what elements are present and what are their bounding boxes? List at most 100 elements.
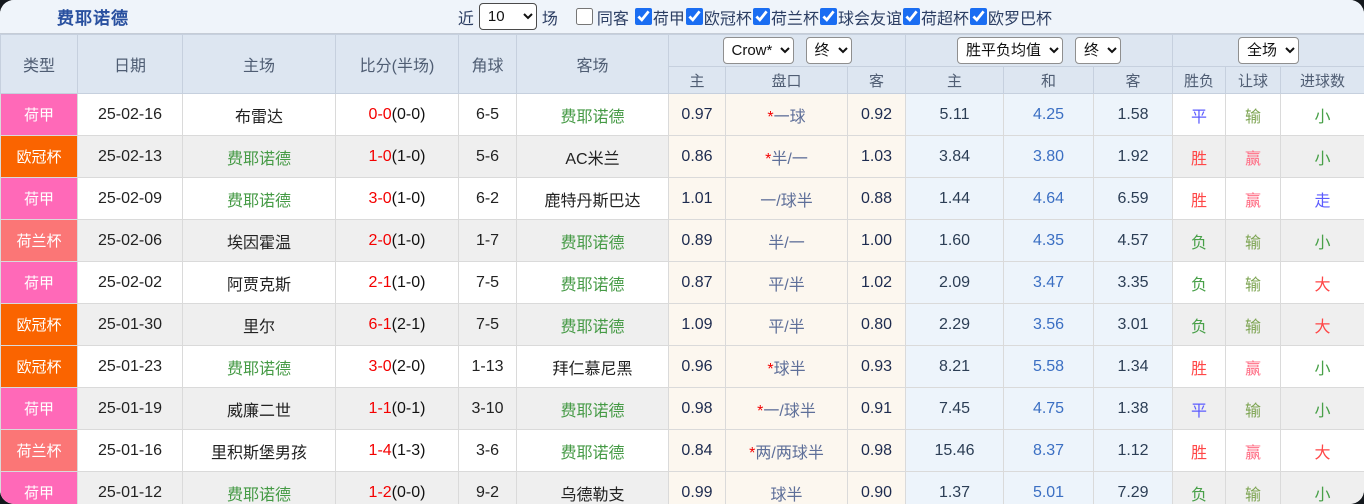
home-team: 里积斯堡男孩 <box>182 429 336 472</box>
fulltime-score: 1-1 <box>368 399 392 417</box>
competition-badge: 欧冠杯 <box>0 135 78 178</box>
halftime-score: (0-0) <box>391 483 426 501</box>
col-header-home: 主场 <box>182 34 336 94</box>
corners: 9-2 <box>458 471 517 504</box>
competition-badge: 荷甲 <box>0 261 78 304</box>
handicap-line: *半/一 <box>725 135 848 178</box>
recent-label: 近 <box>457 10 474 28</box>
match-date: 25-02-16 <box>77 93 183 136</box>
handicap-home-odds: 0.87 <box>668 261 726 304</box>
league-filter-label: 荷兰杯 <box>770 10 819 28</box>
league-filter-checkbox[interactable] <box>752 8 770 25</box>
halftime-score: (2-0) <box>391 357 426 375</box>
halftime-score: (1-3) <box>391 441 426 459</box>
avg-home-odds: 1.37 <box>905 471 1005 504</box>
league-filter[interactable]: 荷甲 <box>634 5 685 29</box>
handicap-away-odds: 0.93 <box>846 345 907 388</box>
col-header-corner: 角球 <box>458 34 517 94</box>
handicap-line: *一/球半 <box>725 387 848 430</box>
home-team: 威廉二世 <box>182 387 336 430</box>
result-outcome: 胜 <box>1172 177 1227 220</box>
league-filter[interactable]: 欧罗巴杯 <box>969 5 1052 29</box>
goals-outcome: 走 <box>1280 177 1364 220</box>
same-away-checkbox[interactable] <box>575 8 593 25</box>
handicap-home-odds: 1.09 <box>668 303 726 346</box>
handicap-text: 一球 <box>773 108 806 126</box>
league-filter-checkbox[interactable] <box>685 8 703 25</box>
match-scope-select[interactable]: 全场 <box>1238 37 1300 64</box>
away-team: 拜仁慕尼黑 <box>516 345 669 388</box>
goals-outcome: 小 <box>1280 387 1364 430</box>
handicap-home-odds: 0.97 <box>668 93 726 136</box>
handicap-text: 半/一 <box>768 234 805 252</box>
avg-draw-odds: 4.25 <box>1003 93 1095 136</box>
league-filter-checkbox[interactable] <box>634 8 652 25</box>
score-cell: 1-4(1-3) <box>335 429 459 472</box>
result-outcome: 胜 <box>1172 429 1227 472</box>
result-outcome: 负 <box>1172 219 1227 262</box>
handicap-away-odds: 0.80 <box>846 303 907 346</box>
match-history-table: 类型 日期 主场 比分(半场) 角球 客场 Crow* 终 胜平负均值 终 全场… <box>0 34 1364 504</box>
league-filter-checkbox[interactable] <box>819 8 837 25</box>
avg-away-odds: 1.38 <box>1093 387 1174 430</box>
handicap-outcome: 赢 <box>1225 345 1282 388</box>
result-outcome: 负 <box>1172 471 1227 504</box>
match-row: 荷甲 25-02-02 阿贾克斯 2-1(1-0) 7-5 费耶诺德 0.87 … <box>0 261 1364 304</box>
avg-away-odds: 1.58 <box>1093 93 1174 136</box>
league-filter[interactable]: 荷兰杯 <box>752 5 819 29</box>
result-outcome: 负 <box>1172 303 1227 346</box>
odds-company-select[interactable]: Crow* <box>722 37 794 64</box>
handicap-text: 平/半 <box>768 276 805 294</box>
avg-home-odds: 1.60 <box>905 219 1005 262</box>
match-date: 25-01-30 <box>77 303 183 346</box>
home-team: 里尔 <box>182 303 336 346</box>
avg-type-select[interactable]: 胜平负均值 <box>957 37 1064 64</box>
handicap-text: 平/半 <box>768 318 805 336</box>
avg-away-odds: 1.92 <box>1093 135 1174 178</box>
corners: 1-13 <box>458 345 517 388</box>
competition-badge: 荷兰杯 <box>0 429 78 472</box>
score-cell: 1-0(1-0) <box>335 135 459 178</box>
avg-time-select[interactable]: 终 <box>1075 37 1122 64</box>
fulltime-score: 6-1 <box>368 315 392 333</box>
handicap-odds-group-header: Crow* 终 <box>667 34 907 67</box>
handicap-home-odds: 0.86 <box>668 135 726 178</box>
corners: 7-5 <box>458 261 517 304</box>
col-header-goals: 进球数 <box>1280 66 1364 94</box>
avg-draw-odds: 3.56 <box>1003 303 1095 346</box>
league-filter[interactable]: 欧冠杯 <box>685 5 752 29</box>
col-header-handicap-home: 主 <box>668 66 726 94</box>
goals-outcome: 小 <box>1280 93 1364 136</box>
away-team: 费耶诺德 <box>516 387 669 430</box>
league-filter-checkbox[interactable] <box>969 8 987 25</box>
competition-badge: 荷兰杯 <box>0 219 78 262</box>
fulltime-score: 2-1 <box>368 273 392 291</box>
away-team: 费耶诺德 <box>516 93 669 136</box>
corners: 5-6 <box>458 135 517 178</box>
same-away-filter[interactable]: 同客 <box>575 5 629 29</box>
fulltime-score: 2-0 <box>368 231 392 249</box>
avg-away-odds: 1.34 <box>1093 345 1174 388</box>
odds-time-select[interactable]: 终 <box>805 37 852 64</box>
home-team: 费耶诺德 <box>182 345 336 388</box>
match-row: 荷兰杯 25-02-06 埃因霍温 2-0(1-0) 1-7 费耶诺德 0.89… <box>0 219 1364 262</box>
fulltime-score: 1-0 <box>368 147 392 165</box>
match-row: 欧冠杯 25-02-13 费耶诺德 1-0(1-0) 5-6 AC米兰 0.86… <box>0 135 1364 178</box>
score-cell: 6-1(2-1) <box>335 303 459 346</box>
competition-badge: 荷甲 <box>0 177 78 220</box>
result-outcome: 平 <box>1172 93 1227 136</box>
league-filter[interactable]: 球会友谊 <box>819 5 902 29</box>
avg-draw-odds: 4.35 <box>1003 219 1095 262</box>
handicap-away-odds: 0.98 <box>846 429 907 472</box>
handicap-away-odds: 0.88 <box>846 177 907 220</box>
recent-count-select[interactable]: 10 <box>478 3 537 30</box>
handicap-line: *两/两球半 <box>725 429 848 472</box>
goals-outcome: 小 <box>1280 219 1364 262</box>
handicap-away-odds: 0.90 <box>846 471 907 504</box>
avg-draw-odds: 8.37 <box>1003 429 1095 472</box>
match-date: 25-01-16 <box>77 429 183 472</box>
col-header-handicap-result: 让球 <box>1225 66 1282 94</box>
halftime-score: (1-0) <box>391 231 426 249</box>
league-filter-checkbox[interactable] <box>902 8 920 25</box>
league-filter[interactable]: 荷超杯 <box>902 5 969 29</box>
